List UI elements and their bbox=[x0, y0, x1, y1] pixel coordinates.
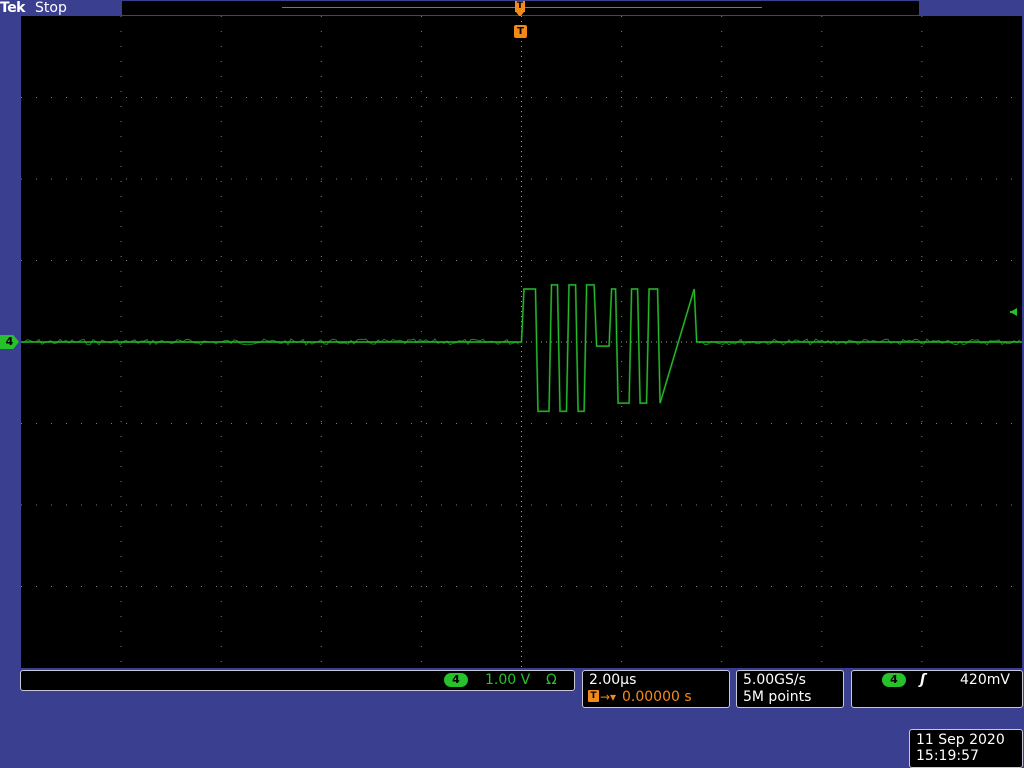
rising-edge-icon: ʃ bbox=[920, 672, 926, 688]
acquisition-state: Stop bbox=[35, 0, 67, 16]
trigger-position-icon[interactable]: T bbox=[514, 25, 527, 38]
acquisition-readout[interactable]: 5.00GS/s 5M points bbox=[736, 670, 844, 708]
horizontal-readout[interactable]: 2.00µs T →▾ 0.00000 s bbox=[582, 670, 730, 708]
waveform-plot bbox=[21, 16, 1022, 668]
channel-4-ground-marker[interactable]: 4 bbox=[0, 335, 19, 349]
sample-rate: 5.00GS/s bbox=[743, 672, 806, 688]
record-view-bar[interactable]: T bbox=[122, 1, 919, 17]
impedance-icon: Ω bbox=[546, 672, 557, 688]
waveform-glow bbox=[21, 283, 1022, 413]
arrow-down-icon: →▾ bbox=[600, 690, 617, 704]
datetime-readout: 11 Sep 2020 15:19:57 bbox=[909, 729, 1023, 768]
horizontal-position: 0.00000 s bbox=[622, 689, 692, 705]
record-length: 5M points bbox=[743, 689, 812, 705]
trigger-readout[interactable]: 4 ʃ 420mV bbox=[851, 670, 1023, 708]
channel-badge: 4 bbox=[444, 673, 468, 687]
vertical-scale: 1.00 V bbox=[485, 672, 531, 688]
trigger-source-badge: 4 bbox=[882, 673, 906, 687]
time: 15:19:57 bbox=[916, 748, 979, 764]
trigger-icon: T bbox=[588, 690, 599, 702]
record-trigger-icon: T bbox=[515, 1, 525, 12]
trigger-level-arrow-icon[interactable] bbox=[1010, 308, 1017, 316]
waveform-trace-ch4 bbox=[21, 284, 1022, 412]
date: 11 Sep 2020 bbox=[916, 732, 1005, 748]
trigger-level: 420mV bbox=[960, 672, 1010, 688]
channel-readout[interactable]: 4 1.00 V Ω bbox=[20, 670, 575, 691]
waveform-display[interactable] bbox=[21, 16, 1022, 668]
horizontal-scale: 2.00µs bbox=[589, 672, 637, 688]
brand-logo: Tek bbox=[0, 0, 26, 16]
